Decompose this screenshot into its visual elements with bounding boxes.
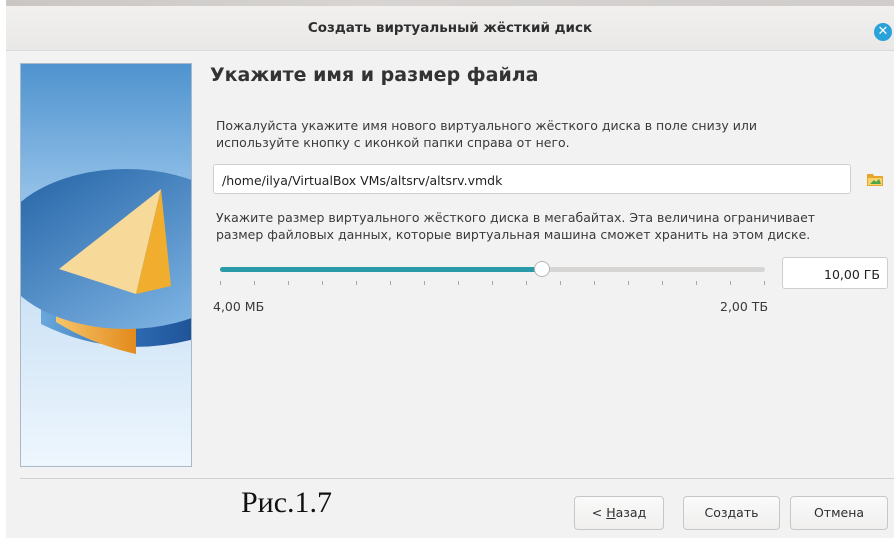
file-path-field[interactable] <box>213 164 851 194</box>
slider-tick <box>390 281 391 285</box>
back-button-rest: азад <box>615 505 647 520</box>
slider-tick <box>628 281 629 285</box>
file-instruction-line-2: используйте кнопку с иконкой папки справ… <box>216 135 570 150</box>
create-disk-dialog: Создать виртуальный жёсткий диск ✕ Укажи… <box>6 0 894 538</box>
file-path-input[interactable] <box>222 170 842 190</box>
disk-size-field[interactable] <box>782 257 888 289</box>
wizard-side-image <box>20 63 192 467</box>
slider-fill <box>220 267 542 272</box>
slider-handle[interactable] <box>534 261 550 277</box>
slider-tick <box>526 281 527 285</box>
slider-min-label: 4,00 МБ <box>213 299 265 314</box>
slider-ticks <box>220 281 765 287</box>
slider-tick <box>288 281 289 285</box>
cancel-button[interactable]: Отмена <box>790 496 888 530</box>
slider-tick <box>322 281 323 285</box>
file-instruction-line-1: Пожалуйста укажите имя нового виртуально… <box>216 118 757 133</box>
disk-size-slider[interactable] <box>220 259 765 281</box>
slider-tick <box>662 281 663 285</box>
slider-tick <box>560 281 561 285</box>
create-button[interactable]: Создать <box>683 496 780 530</box>
page-title: Укажите имя и размер файла <box>210 64 539 86</box>
slider-tick <box>254 281 255 285</box>
disk-illustration <box>21 169 191 354</box>
close-icon[interactable]: ✕ <box>874 23 892 41</box>
title-bar: Создать виртуальный жёсткий диск ✕ <box>6 6 894 51</box>
disk-size-input[interactable] <box>788 264 880 284</box>
button-separator <box>20 478 894 479</box>
size-instruction-line-1: Укажите размер виртуального жёсткого дис… <box>216 210 816 225</box>
slider-tick <box>730 281 731 285</box>
figure-caption: Рис.1.7 <box>241 486 333 519</box>
back-button-prefix: < <box>591 505 607 520</box>
back-button[interactable]: < Назад <box>574 496 664 530</box>
slider-tick <box>764 281 765 285</box>
window-title: Создать виртуальный жёсткий диск <box>307 20 593 36</box>
slider-tick <box>356 281 357 285</box>
slider-tick <box>220 281 221 285</box>
slider-tick <box>492 281 493 285</box>
slider-tick <box>458 281 459 285</box>
back-button-mnemonic: Н <box>606 505 616 520</box>
slider-tick <box>594 281 595 285</box>
slider-max-label: 2,00 ТБ <box>720 299 769 314</box>
folder-icon[interactable] <box>866 170 884 188</box>
slider-tick <box>696 281 697 285</box>
size-instruction-line-2: размер файловых данных, которые виртуаль… <box>216 227 811 242</box>
slider-tick <box>424 281 425 285</box>
